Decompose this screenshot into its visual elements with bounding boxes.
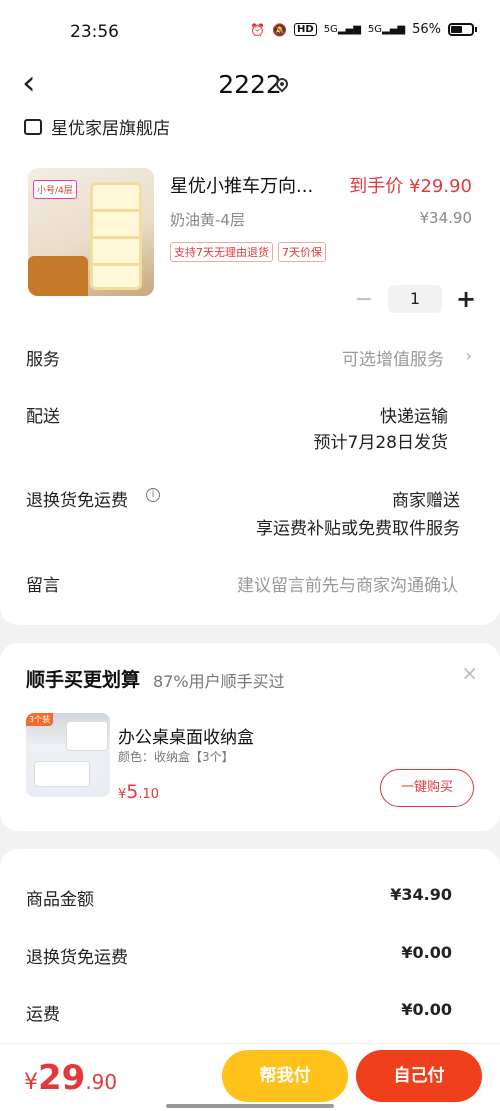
total-dec: .90 <box>85 1070 118 1094</box>
total-price: ¥29.90 <box>24 1058 117 1098</box>
battery-icon <box>448 23 477 36</box>
product-image-cart <box>90 182 142 290</box>
summary-return-label: 退换货免运费 <box>26 948 128 968</box>
order-card: 23:56 ⏰ 🔕 HD 5G▂▄▆ 5G▂▄▆ 56% ‹ 2222 星优家居… <box>0 0 500 625</box>
recommend-image[interactable]: 3个装 <box>26 713 110 797</box>
close-icon[interactable]: × <box>461 661 478 685</box>
return-detail: 享运费补贴或免费取件服务 <box>256 519 460 539</box>
recommend-item-name[interactable]: 办公桌桌面收纳盒 <box>118 723 254 748</box>
product-original-price: ¥34.90 <box>419 209 473 227</box>
summary-shipping-value: ¥0.00 <box>401 1000 452 1019</box>
product-image-sofa <box>28 256 88 296</box>
store-header[interactable]: 星优家居旗舰店 <box>24 114 170 139</box>
quantity-stepper: − 1 + <box>354 285 476 313</box>
store-icon <box>24 118 42 135</box>
store-name: 星优家居旗舰店 <box>51 119 170 139</box>
summary-goods-value: ¥34.90 <box>390 885 452 904</box>
total-currency: ¥ <box>24 1070 38 1095</box>
recommend-title: 顺手买更划算 <box>26 669 141 691</box>
service-value[interactable]: 可选增值服务 <box>342 345 444 370</box>
5g-signal-icon: 5G▂▄▆ <box>323 24 361 35</box>
home-indicator <box>166 1104 334 1108</box>
product-name[interactable]: 星优小推车万向... <box>170 172 313 198</box>
summary-return-row: 退换货免运费 ¥0.00 <box>26 943 452 968</box>
status-bar: 23:56 ⏰ 🔕 HD 5G▂▄▆ 5G▂▄▆ 56% <box>0 0 500 62</box>
product-spec[interactable]: 奶油黄-4层 <box>170 209 245 230</box>
quantity-input[interactable]: 1 <box>388 285 442 313</box>
help-pay-button[interactable]: 帮我付 <box>222 1050 348 1102</box>
product-image-badge: 小号/4层 <box>33 180 77 199</box>
decrease-button[interactable]: − <box>354 287 374 312</box>
summary-shipping-row: 运费 ¥0.00 <box>26 1000 452 1025</box>
increase-button[interactable]: + <box>456 285 476 313</box>
return-label: 退换货免运费 <box>26 491 128 511</box>
recommend-image-label: 3个装 <box>26 713 54 726</box>
recommend-image-box <box>66 721 108 751</box>
one-click-buy-button[interactable]: 一键购买 <box>380 769 474 807</box>
summary-goods-row: 商品金额 ¥34.90 <box>26 885 452 910</box>
nav-bar: ‹ 2222 <box>0 62 500 108</box>
total-int: 29 <box>38 1058 86 1098</box>
delivery-label: 配送 <box>26 407 60 427</box>
message-label: 留言 <box>26 576 60 596</box>
recommend-price-dec: .10 <box>138 787 160 802</box>
recommend-item-spec: 颜色：收纳盒【3个】 <box>118 750 234 764</box>
tag-price-protect: 7天价保 <box>278 242 326 262</box>
page-title[interactable]: 2222 <box>0 70 500 99</box>
chevron-right-icon[interactable]: › <box>466 346 472 365</box>
battery-level: 56% <box>412 22 441 37</box>
service-label: 服务 <box>26 350 60 370</box>
5g-signal-icon: 5G▂▄▆ <box>367 24 406 35</box>
summary-shipping-label: 运费 <box>26 1005 60 1025</box>
product-tags: 支持7天无理由退货 7天价保 <box>170 242 326 262</box>
return-value: 商家赠送 <box>392 491 460 511</box>
product-image[interactable]: 小号/4层 <box>28 168 154 296</box>
status-icons: ⏰ 🔕 HD 5G▂▄▆ 5G▂▄▆ 56% <box>250 22 477 37</box>
info-icon[interactable]: i <box>146 488 160 502</box>
mute-icon: 🔕 <box>272 22 288 37</box>
recommend-subtitle: 87%用户顺手买过 <box>153 672 285 691</box>
delivery-method[interactable]: 快递运输 <box>380 402 448 427</box>
checkout-bar: ¥29.90 帮我付 自己付 <box>0 1043 500 1111</box>
delivery-date: 预计7月28日发货 <box>313 433 448 453</box>
recommend-item-price: ¥5.10 <box>118 781 159 803</box>
recommend-image-box <box>34 761 90 787</box>
recommend-card: 顺手买更划算 87%用户顺手买过 × 3个装 办公桌桌面收纳盒 颜色：收纳盒【3… <box>0 643 500 831</box>
product-final-price: 到手价 ¥29.90 <box>349 176 472 197</box>
hd-icon: HD <box>294 23 317 36</box>
tag-return: 支持7天无理由退货 <box>170 242 273 262</box>
status-time: 23:56 <box>70 22 119 42</box>
recommend-price-int: 5 <box>126 781 139 803</box>
self-pay-button[interactable]: 自己付 <box>356 1050 482 1102</box>
summary-goods-label: 商品金额 <box>26 890 94 910</box>
summary-return-value: ¥0.00 <box>401 943 452 962</box>
message-input[interactable]: 建议留言前先与商家沟通确认 <box>237 571 458 596</box>
alarm-icon: ⏰ <box>250 22 266 37</box>
